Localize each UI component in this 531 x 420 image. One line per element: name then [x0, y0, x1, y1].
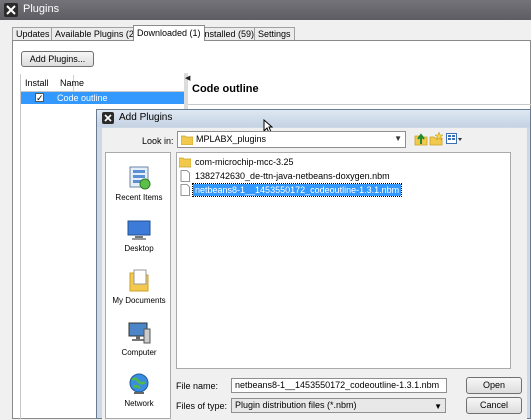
place-label: My Documents [112, 296, 166, 305]
list-border [20, 74, 21, 419]
file-type-select[interactable]: Plugin distribution files (*.nbm) ▼ [231, 398, 446, 413]
folder-icon [179, 157, 191, 168]
place-label: Computer [121, 348, 157, 357]
dialog-title-bar: Add Plugins [97, 110, 530, 127]
file-name: com-microchip-mcc-3.25 [195, 157, 294, 167]
tab-settings[interactable]: Settings [254, 27, 295, 40]
tab-available-plugins[interactable]: Available Plugins (21) [51, 27, 146, 40]
place-recent-items[interactable]: Recent Items [106, 166, 172, 202]
place-label: Recent Items [115, 193, 163, 202]
file-name: netbeans8-1__1453550172_codeoutline-1.3.… [191, 183, 403, 197]
view-menu-icon[interactable] [446, 132, 462, 146]
documents-icon [129, 269, 149, 292]
plugin-name: Code outline [57, 93, 108, 103]
file-name-label: File name: [176, 381, 219, 391]
file-name-field[interactable]: netbeans8-1__1453550172_codeoutline-1.3.… [231, 378, 447, 393]
place-label: Network [124, 399, 154, 408]
computer-icon [128, 322, 151, 344]
splitter-collapse-icon[interactable]: ◀ [185, 74, 190, 82]
add-plugins-button[interactable]: Add Plugins... [21, 51, 94, 67]
network-icon [129, 373, 149, 394]
chevron-down-icon: ▼ [394, 134, 402, 143]
look-in-label: Look in: [142, 136, 174, 146]
folder-icon [181, 135, 193, 145]
recent-items-icon [129, 166, 151, 190]
dialog-app-icon [102, 112, 114, 124]
tab-installed[interactable]: Installed (59) [198, 27, 259, 40]
column-name[interactable]: Name [60, 78, 84, 88]
chevron-down-icon: ▼ [434, 402, 442, 411]
list-item[interactable]: netbeans8-1__1453550172_codeoutline-1.3.… [179, 183, 509, 197]
detail-divider [188, 104, 531, 105]
list-item[interactable]: com-microchip-mcc-3.25 [179, 156, 509, 168]
open-button[interactable]: Open [466, 377, 522, 394]
cancel-button[interactable]: Cancel [466, 397, 522, 414]
look-in-value: MPLABX_plugins [196, 134, 267, 144]
file-type-value: Plugin distribution files (*.nbm) [235, 400, 357, 410]
place-label: Desktop [124, 244, 154, 253]
install-checkbox[interactable]: ✓ [35, 93, 44, 103]
desktop-icon [127, 220, 151, 240]
look-in-combo[interactable]: MPLABX_plugins ▼ [177, 131, 406, 148]
plugin-row[interactable]: ✓ Code outline [21, 92, 184, 104]
window-title: Plugins [23, 3, 60, 15]
place-desktop[interactable]: Desktop [106, 219, 172, 253]
list-item[interactable]: 1382742630_de-ttn-java-netbeans-doxygen.… [179, 170, 509, 182]
plugin-list-header: Install Name [21, 75, 184, 92]
app-icon [4, 3, 18, 17]
place-computer[interactable]: Computer [106, 321, 172, 357]
file-type-label: Files of type: [176, 401, 228, 411]
file-icon [180, 170, 190, 182]
plugins-title-bar: Plugins [0, 0, 531, 20]
up-folder-icon[interactable] [414, 132, 428, 146]
file-list: com-microchip-mcc-3.25 1382742630_de-ttn… [176, 152, 511, 369]
place-network[interactable]: Network [106, 372, 172, 408]
file-name: 1382742630_de-ttn-java-netbeans-doxygen.… [195, 171, 390, 181]
plugin-detail-title: Code outline [192, 83, 259, 95]
file-icon [180, 184, 190, 196]
dialog-title: Add Plugins [119, 112, 173, 123]
new-folder-icon[interactable] [429, 132, 443, 146]
tab-updates[interactable]: Updates [12, 27, 54, 40]
column-install[interactable]: Install [25, 78, 49, 88]
tab-downloaded[interactable]: Downloaded (1) [133, 25, 205, 41]
place-my-documents[interactable]: My Documents [106, 269, 172, 305]
places-bar: Recent Items Desktop My Documents Comput… [105, 152, 171, 419]
